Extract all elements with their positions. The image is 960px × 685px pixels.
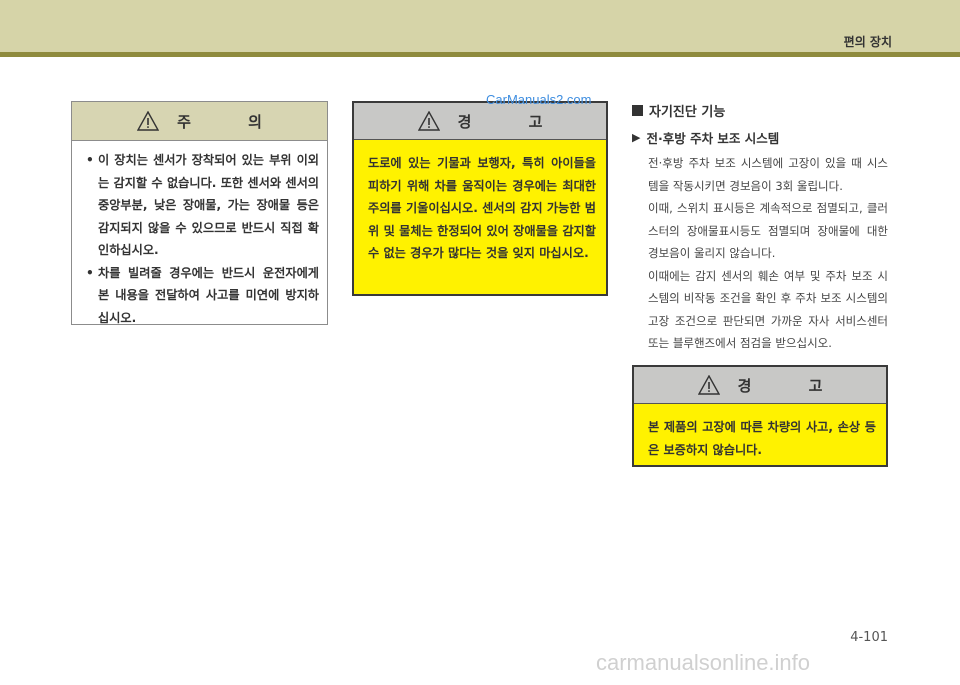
section-heading: 자기진단 기능 (632, 101, 725, 120)
paragraph: 이때에는 감지 센서의 훼손 여부 및 주차 보조 시스템의 비작동 조건을 확… (648, 268, 888, 351)
paragraph: 이때, 스위치 표시등은 계속적으로 점멸되고, 클러스터의 장애물표시등도 점… (648, 201, 888, 260)
warning-box-obstacles: 경 고 도로에 있는 기물과 보행자, 특히 아이들을 피하기 위해 차를 움직… (352, 101, 608, 296)
warning-box-warranty: 경 고 본 제품의 고장에 따른 차량의 사고, 손상 등은 보증하지 않습니다… (632, 365, 888, 467)
body-text: 전·후방 주차 보조 시스템에 고장이 있을 때 시스템을 작동시키면 경보음이… (648, 152, 888, 355)
warning-triangle-icon (697, 375, 720, 395)
warning-triangle-icon (417, 111, 440, 131)
caution-item: 차를 빌려줄 경우에는 반드시 운전자에게 본 내용을 전달하여 사고를 미연에… (86, 262, 319, 330)
page-number: 4-101 (850, 630, 888, 645)
warning-triangle-icon (137, 111, 160, 131)
caution-item: 이 장치는 센서가 장착되어 있는 부위 이외는 감지할 수 없습니다. 또한 … (86, 149, 319, 262)
site-watermark: CarManuals2.com (486, 92, 592, 107)
caution-list: 이 장치는 센서가 장착되어 있는 부위 이외는 감지할 수 없습니다. 또한 … (72, 141, 327, 329)
square-bullet-icon (632, 105, 643, 116)
caution-header: 주 의 (72, 102, 327, 141)
warning-header: 경 고 (634, 367, 886, 404)
warning-header: 경 고 (354, 103, 606, 140)
caution-title: 주 의 (177, 112, 288, 131)
caution-box: 주 의 이 장치는 센서가 장착되어 있는 부위 이외는 감지할 수 없습니다.… (71, 101, 328, 325)
footer-watermark: carmanualsonline.info (596, 650, 811, 675)
subsection-title: 전·후방 주차 보조 시스템 (646, 131, 780, 146)
play-arrow-icon: ▶ (632, 131, 641, 144)
warning-title: 경 고 (737, 376, 849, 395)
page-header (0, 0, 960, 52)
subsection-heading: ▶ 전·후방 주차 보조 시스템 (632, 128, 779, 147)
warning-title: 경 고 (457, 112, 569, 131)
chapter-title: 편의 장치 (843, 35, 892, 49)
warning-text: 도로에 있는 기물과 보행자, 특히 아이들을 피하기 위해 차를 움직이는 경… (368, 156, 596, 260)
section-title: 자기진단 기능 (649, 105, 726, 120)
paragraph: 전·후방 주차 보조 시스템에 고장이 있을 때 시스템을 작동시키면 경보음이… (648, 156, 888, 193)
header-divider (0, 52, 960, 57)
warning-text: 본 제품의 고장에 따른 차량의 사고, 손상 등은 보증하지 않습니다. (648, 420, 876, 457)
